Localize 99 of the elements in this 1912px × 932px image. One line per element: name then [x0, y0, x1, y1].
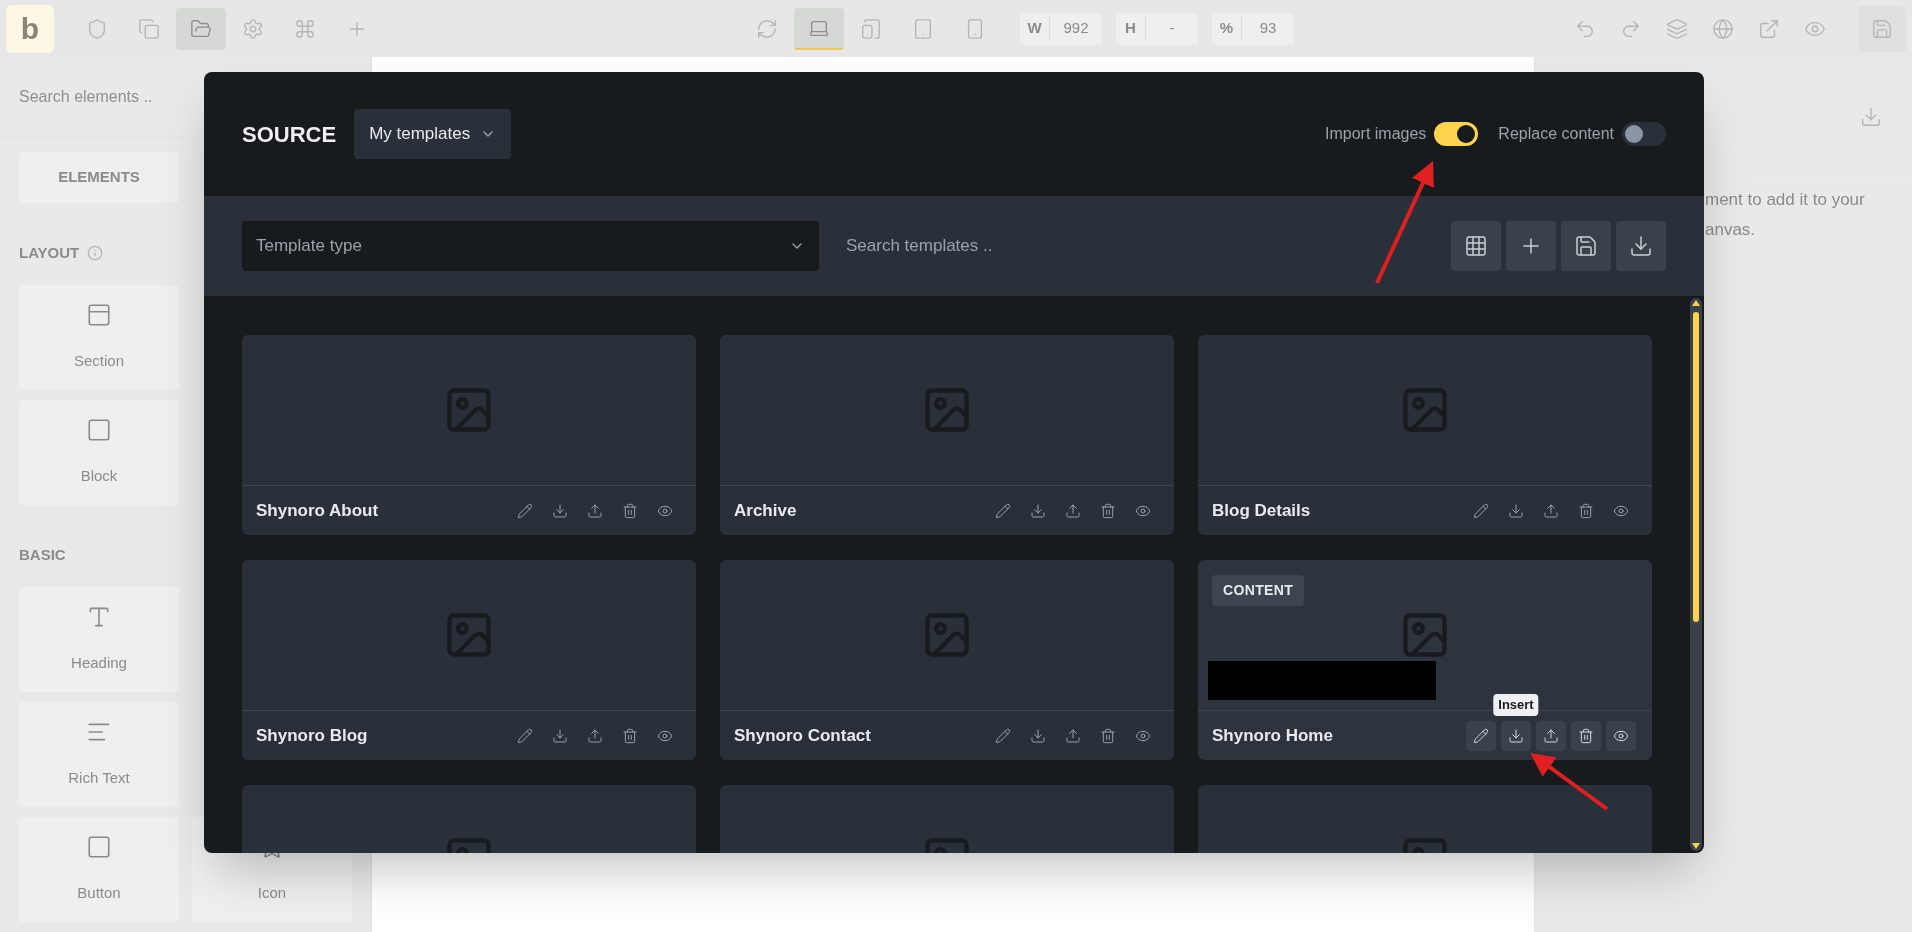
select-placeholder: Template type	[256, 235, 362, 258]
scroll-down-icon	[1692, 843, 1700, 849]
pencil-icon	[995, 502, 1011, 519]
download-icon	[1508, 727, 1524, 744]
scroll-up-icon	[1692, 300, 1700, 306]
upload-icon	[1065, 727, 1081, 744]
globe-icon	[1712, 17, 1734, 40]
dimension-value: -	[1168, 18, 1176, 39]
download-icon	[552, 727, 568, 744]
upload-icon	[1065, 502, 1081, 519]
dialog-title: SOURCE	[242, 120, 337, 149]
search-field[interactable]: Search templates ..	[834, 221, 1234, 271]
section-icon	[86, 302, 112, 329]
floppy-icon	[1871, 17, 1893, 40]
trash-icon	[1100, 727, 1116, 744]
element-label: Block	[80, 466, 118, 487]
devices-icon	[860, 17, 882, 40]
tablet-icon	[912, 17, 934, 40]
element-label: Heading	[71, 653, 127, 674]
delete-button[interactable]	[1571, 720, 1601, 751]
download-icon	[1860, 105, 1882, 128]
external-link-icon	[1758, 17, 1780, 40]
trash-icon	[1578, 727, 1594, 744]
pencil-icon	[517, 727, 533, 744]
element-label: Rich Text	[68, 768, 130, 789]
toggle-switch[interactable]	[1434, 122, 1479, 146]
square-icon	[86, 834, 112, 861]
template-title: Archive	[734, 499, 798, 522]
toolbar-button[interactable]	[1858, 5, 1906, 52]
tool-button[interactable]	[1451, 221, 1501, 271]
insert-button[interactable]	[1501, 720, 1531, 751]
app-logo[interactable]: b	[6, 4, 54, 53]
shield-icon	[86, 17, 108, 40]
pencil-icon	[517, 502, 533, 519]
element-label: Icon	[257, 883, 287, 904]
floppy-icon	[1574, 234, 1598, 258]
folder-icon	[190, 17, 212, 40]
template-card[interactable]: Shynoro About	[242, 335, 696, 535]
template-card[interactable]: Archive	[720, 335, 1174, 535]
refresh-icon	[756, 17, 778, 40]
download-icon	[1629, 234, 1653, 258]
template-card[interactable]: Blog Details	[1198, 335, 1652, 535]
hint-text: anvas.	[1705, 219, 1757, 241]
template-title: Shynoro Contact	[734, 724, 872, 747]
trash-icon	[1578, 502, 1594, 519]
scrollbar[interactable]	[1690, 298, 1702, 851]
upload-icon	[587, 727, 603, 744]
template-title: Shynoro Blog	[256, 724, 369, 747]
download-icon	[1030, 727, 1046, 744]
template-type-select[interactable]: Template type	[242, 221, 819, 271]
pages-icon	[138, 17, 160, 40]
dimension-label: W	[1020, 17, 1050, 40]
search-field[interactable]: Search elements ..	[19, 84, 352, 109]
template-card[interactable]: CONTENT Shynoro Home Insert	[1198, 560, 1652, 760]
upload-icon	[1543, 502, 1559, 519]
layers-icon	[1666, 17, 1688, 40]
tool-button[interactable]	[1616, 221, 1666, 271]
group-title: BASIC	[19, 544, 66, 565]
dimension-label: H	[1116, 17, 1146, 40]
element-label: Button	[77, 883, 121, 904]
pencil-icon	[1473, 502, 1489, 519]
element-label: Section	[73, 351, 124, 372]
grid-icon	[1464, 234, 1488, 258]
download-icon	[1508, 502, 1524, 519]
preview-button[interactable]	[1606, 720, 1636, 751]
dimension-value: 93	[1258, 18, 1278, 39]
square-icon	[86, 417, 112, 444]
tooltip: Insert	[1493, 694, 1539, 716]
template-title: Blog Details	[1212, 499, 1312, 522]
toggle-switch[interactable]	[1622, 122, 1666, 146]
upload-icon	[587, 502, 603, 519]
source-dropdown[interactable]: My templates	[354, 109, 512, 159]
tool-button[interactable]	[1561, 221, 1611, 271]
trash-icon	[622, 727, 638, 744]
template-title: Shynoro About	[256, 499, 380, 522]
download-icon	[1030, 502, 1046, 519]
command-icon	[294, 17, 316, 40]
export-button[interactable]	[1536, 720, 1566, 751]
trash-icon	[622, 502, 638, 519]
template-card[interactable]: Shynoro Blog	[242, 560, 696, 760]
content-badge: CONTENT	[1212, 575, 1305, 606]
pencil-icon	[1473, 727, 1489, 744]
edit-button[interactable]	[1466, 720, 1496, 751]
template-card[interactable]: Shynoro Contact	[720, 560, 1174, 760]
toolbar-button[interactable]	[176, 7, 226, 50]
toggle-label: Replace content	[1498, 124, 1614, 144]
download-icon	[552, 502, 568, 519]
toggle-label: Import images	[1325, 124, 1427, 144]
template-title: Shynoro Home	[1212, 724, 1334, 747]
device-button[interactable]	[794, 7, 844, 50]
pencil-icon	[995, 727, 1011, 744]
tool-button[interactable]	[1506, 221, 1556, 271]
dimension-label: %	[1212, 17, 1242, 40]
trash-icon	[1100, 502, 1116, 519]
dimension-value: 992	[1062, 18, 1090, 39]
settings-icon	[242, 17, 264, 40]
hint-text: ment to add it to your	[1705, 189, 1866, 211]
upload-icon	[1543, 727, 1559, 744]
group-title: LAYOUT	[19, 242, 80, 263]
